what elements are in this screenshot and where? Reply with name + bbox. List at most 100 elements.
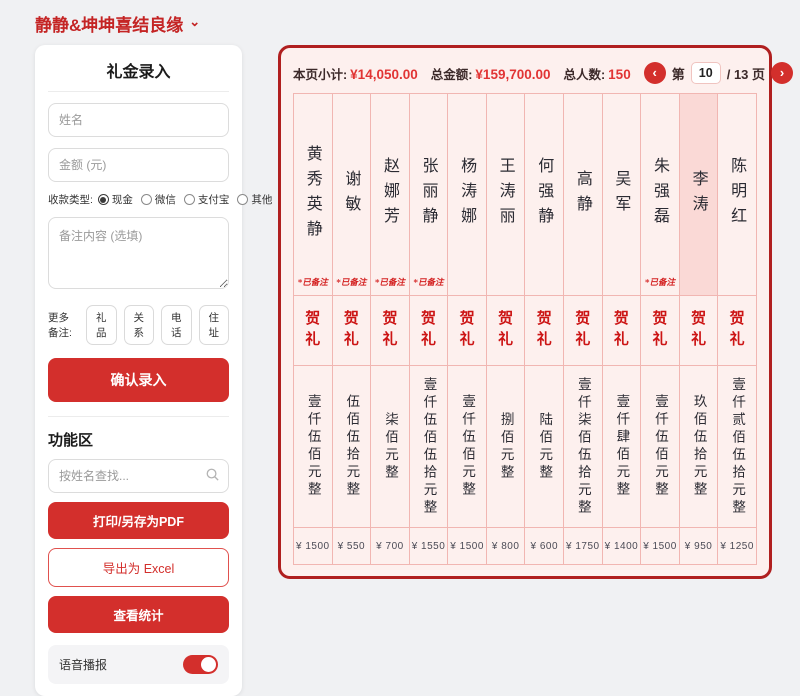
divider bbox=[48, 416, 229, 417]
print-pdf-button[interactable]: 打印/另存为PDF bbox=[48, 502, 229, 539]
ledger-panel: 本页小计: ¥14,050.00 总金额: ¥159,700.00 总人数: 1… bbox=[278, 45, 794, 579]
amount-cell: 壹仟伍佰元整 bbox=[641, 366, 679, 528]
ledger-column: 何强静 贺礼 陆佰元整 ¥ 600 bbox=[525, 94, 565, 564]
noted-badge: *已备注 bbox=[297, 278, 328, 288]
ledger-column: 杨涛娜 贺礼 壹仟伍佰元整 ¥ 1500 bbox=[448, 94, 487, 564]
gift-cell: 贺礼 bbox=[679, 296, 718, 366]
amount-chinese: 壹仟伍佰元整 bbox=[651, 394, 668, 499]
amount-numeric: ¥ 700 bbox=[376, 540, 404, 552]
noted-badge: *已备注 bbox=[336, 278, 367, 288]
ledger-column: 张丽静 *已备注 贺礼 壹仟伍佰伍拾元整 ¥ 1550 bbox=[409, 94, 449, 564]
amount-input[interactable] bbox=[48, 148, 229, 182]
name-input[interactable] bbox=[48, 103, 229, 137]
noted-badge: *已备注 bbox=[374, 278, 405, 288]
guest-name-cell[interactable]: 陈明红 bbox=[718, 94, 756, 296]
chevron-down-icon: ⌄ bbox=[189, 13, 201, 29]
ledger-header: 本页小计: ¥14,050.00 总金额: ¥159,700.00 总人数: 1… bbox=[293, 57, 794, 89]
ledger-column: 王涛丽 贺礼 捌佰元整 ¥ 800 bbox=[486, 94, 526, 564]
guest-name: 张丽静 bbox=[419, 157, 439, 232]
radio-icon[interactable] bbox=[140, 194, 152, 205]
guest-name-cell[interactable]: 赵娜芳 *已备注 bbox=[371, 94, 409, 296]
guest-name-cell[interactable]: 杨涛娜 bbox=[448, 94, 486, 296]
app-title[interactable]: 静静&坤坤喜结良缘 ⌄ bbox=[35, 11, 200, 36]
voice-toggle[interactable] bbox=[183, 655, 218, 674]
guest-name-cell[interactable]: 高静 bbox=[564, 94, 602, 296]
guest-name-cell[interactable]: 王涛丽 bbox=[486, 94, 525, 296]
amount-chinese: 捌佰元整 bbox=[497, 411, 514, 482]
export-excel-button[interactable]: 导出为 Excel bbox=[48, 548, 229, 587]
page-suffix: / 13 页 bbox=[726, 66, 766, 82]
guest-name-cell[interactable]: 张丽静 *已备注 bbox=[409, 94, 448, 296]
ledger-column: 赵娜芳 *已备注 贺礼 柒佰元整 ¥ 700 bbox=[371, 94, 410, 564]
guest-name: 杨涛娜 bbox=[458, 157, 478, 232]
total-label: 总金额: bbox=[430, 67, 473, 82]
amount-chinese: 伍佰伍拾元整 bbox=[343, 394, 360, 499]
gift-label: 贺礼 bbox=[380, 309, 399, 352]
amount-cell: 伍佰伍拾元整 bbox=[332, 366, 371, 528]
gift-cell: 贺礼 bbox=[294, 296, 332, 366]
guest-name: 黄秀英静 bbox=[303, 144, 323, 245]
amount-cell: 柒佰元整 bbox=[371, 366, 409, 528]
app-title-text: 静静&坤坤喜结良缘 bbox=[35, 16, 184, 35]
count-label: 总人数: bbox=[563, 67, 606, 82]
gift-cell: 贺礼 bbox=[332, 296, 371, 366]
payment-option[interactable]: 微信 bbox=[140, 192, 176, 207]
payment-option[interactable]: 现金 bbox=[97, 192, 133, 207]
guest-name-cell[interactable]: 谢敏 *已备注 bbox=[332, 94, 371, 296]
toggle-knob bbox=[201, 657, 216, 672]
amount-chinese: 壹仟肆佰元整 bbox=[613, 394, 630, 499]
guest-name-cell[interactable]: 黄秀英静 *已备注 bbox=[294, 94, 332, 296]
payment-option[interactable]: 其他 bbox=[237, 192, 272, 207]
subtotal-label: 本页小计: bbox=[293, 67, 348, 82]
remark-chip[interactable]: 电话 bbox=[161, 305, 192, 345]
radio-icon[interactable] bbox=[237, 194, 249, 205]
gift-label: 贺礼 bbox=[341, 309, 360, 352]
amount-chinese: 壹仟伍佰元整 bbox=[304, 394, 321, 499]
payment-type-row: 收款类型: 现金 微信 支付宝 其他 bbox=[48, 192, 272, 207]
next-page-button[interactable]: › bbox=[771, 62, 794, 84]
remark-chip[interactable]: 礼品 bbox=[86, 305, 117, 345]
radio-icon[interactable] bbox=[183, 194, 195, 205]
ledger-column: 朱强磊 *已备注 贺礼 壹仟伍佰元整 ¥ 1500 bbox=[641, 94, 680, 564]
page-prefix: 第 bbox=[671, 66, 685, 82]
pagination: ‹ 第 / 13 页 › bbox=[643, 62, 794, 84]
guest-name-cell[interactable]: 朱强磊 *已备注 bbox=[641, 94, 679, 296]
prev-page-button[interactable]: ‹ bbox=[643, 62, 666, 84]
ledger-column: 吴军 贺礼 壹仟肆佰元整 ¥ 1400 bbox=[602, 94, 642, 564]
gift-label: 贺礼 bbox=[611, 309, 630, 352]
guest-name-cell[interactable]: 何强静 bbox=[525, 94, 564, 296]
more-remarks-label: 更多备注: bbox=[48, 312, 72, 339]
guest-name: 李涛 bbox=[689, 169, 709, 220]
view-stats-button[interactable]: 查看统计 bbox=[48, 596, 229, 633]
guest-name: 吴军 bbox=[612, 169, 632, 220]
gift-label: 贺礼 bbox=[534, 309, 553, 352]
amount-chinese: 壹仟伍佰元整 bbox=[459, 394, 476, 499]
total-value: ¥159,700.00 bbox=[475, 66, 551, 82]
amount-numeric: ¥ 950 bbox=[684, 540, 713, 552]
confirm-entry-button[interactable]: 确认录入 bbox=[48, 358, 229, 402]
remark-textarea[interactable] bbox=[48, 217, 229, 289]
guest-name: 赵娜芳 bbox=[380, 157, 400, 232]
search-input[interactable] bbox=[48, 459, 229, 493]
guest-name-cell[interactable]: 李涛 bbox=[679, 94, 718, 296]
radio-selected-icon[interactable] bbox=[97, 194, 109, 205]
guest-name: 朱强磊 bbox=[650, 157, 670, 232]
gift-cell: 贺礼 bbox=[564, 296, 602, 366]
amount-cell: 捌佰元整 bbox=[486, 366, 525, 528]
gift-label: 贺礼 bbox=[419, 309, 438, 352]
ledger-column: 高静 贺礼 壹仟柒佰伍拾元整 ¥ 1750 bbox=[564, 94, 603, 564]
tools-section-title: 功能区 bbox=[48, 432, 94, 449]
guest-name-cell[interactable]: 吴军 bbox=[602, 94, 641, 296]
gift-cell: 贺礼 bbox=[525, 296, 564, 366]
page-number-input[interactable] bbox=[690, 62, 721, 84]
remark-chips: 礼品 关系 电话 住址 bbox=[86, 305, 229, 345]
remark-chip[interactable]: 住址 bbox=[198, 305, 229, 345]
amount-chinese: 柒佰元整 bbox=[381, 411, 398, 482]
amount-cell: 玖佰伍拾元整 bbox=[679, 366, 718, 528]
amount-chinese: 壹仟伍佰伍拾元整 bbox=[420, 376, 437, 517]
remark-chip[interactable]: 关系 bbox=[123, 305, 154, 345]
gift-cell: 贺礼 bbox=[409, 296, 448, 366]
gift-label: 贺礼 bbox=[303, 309, 322, 352]
amount-cell: 壹仟伍佰伍拾元整 bbox=[409, 366, 448, 528]
payment-option[interactable]: 支付宝 bbox=[183, 192, 229, 207]
